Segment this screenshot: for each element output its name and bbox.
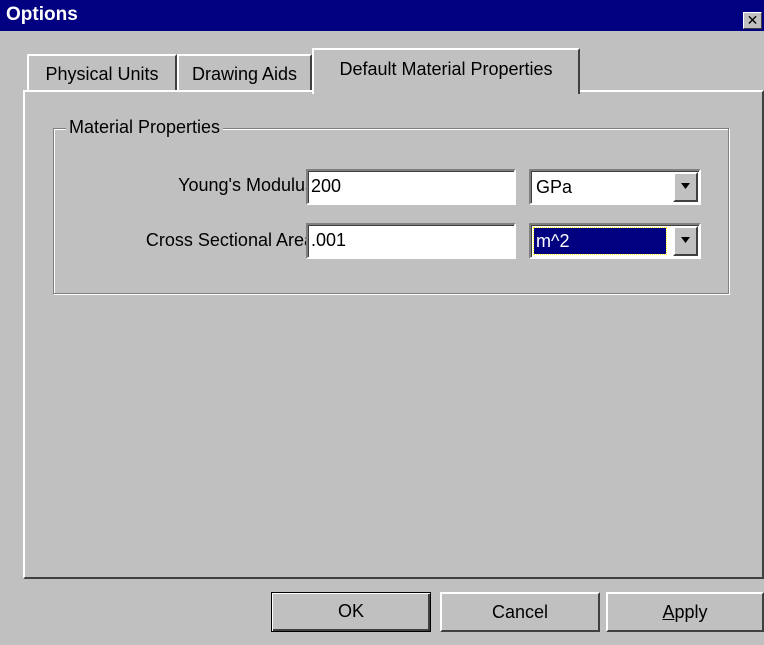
chevron-down-icon [681, 237, 690, 243]
youngs-modulus-unit-value: GPa [536, 177, 573, 197]
cross-sectional-area-unit-select[interactable]: m^2 [529, 223, 701, 259]
youngs-modulus-unit-select[interactable]: GPa [529, 169, 701, 205]
close-icon: ✕ [746, 12, 759, 28]
apply-button[interactable]: Apply [606, 592, 764, 632]
youngs-modulus-unit-dropdown-button[interactable] [673, 172, 698, 202]
close-button[interactable]: ✕ [743, 12, 762, 29]
cross-sectional-area-unit-dropdown-button[interactable] [673, 226, 698, 256]
youngs-modulus-label: Young's Modulus [178, 175, 314, 195]
options-dialog: Options ✕ Physical Units Drawing Aids De… [0, 0, 764, 645]
tab-default-material-properties[interactable]: Default Material Properties [312, 48, 580, 94]
tab-physical-units[interactable]: Physical Units [27, 54, 177, 91]
cross-sectional-area-label: Cross Sectional Area [145, 230, 314, 250]
cancel-button[interactable]: Cancel [440, 592, 600, 632]
chevron-down-icon [681, 183, 690, 189]
group-label: Material Properties [66, 116, 224, 138]
title-bar[interactable]: Options ✕ [0, 0, 764, 31]
tab-panel: Material Properties Young's Modulus 200 … [23, 90, 764, 579]
tab-drawing-aids[interactable]: Drawing Aids [177, 54, 312, 91]
apply-accelerator: A [662, 602, 675, 622]
ok-button[interactable]: OK [271, 592, 431, 632]
youngs-modulus-input[interactable]: 200 [306, 169, 516, 205]
apply-label-rest: pply [674, 602, 708, 622]
window-title: Options [6, 4, 78, 25]
cross-sectional-area-input[interactable]: .001 [306, 223, 516, 259]
material-properties-group: Material Properties Young's Modulus 200 … [53, 116, 729, 294]
cross-sectional-area-unit-value: m^2 [533, 227, 667, 255]
